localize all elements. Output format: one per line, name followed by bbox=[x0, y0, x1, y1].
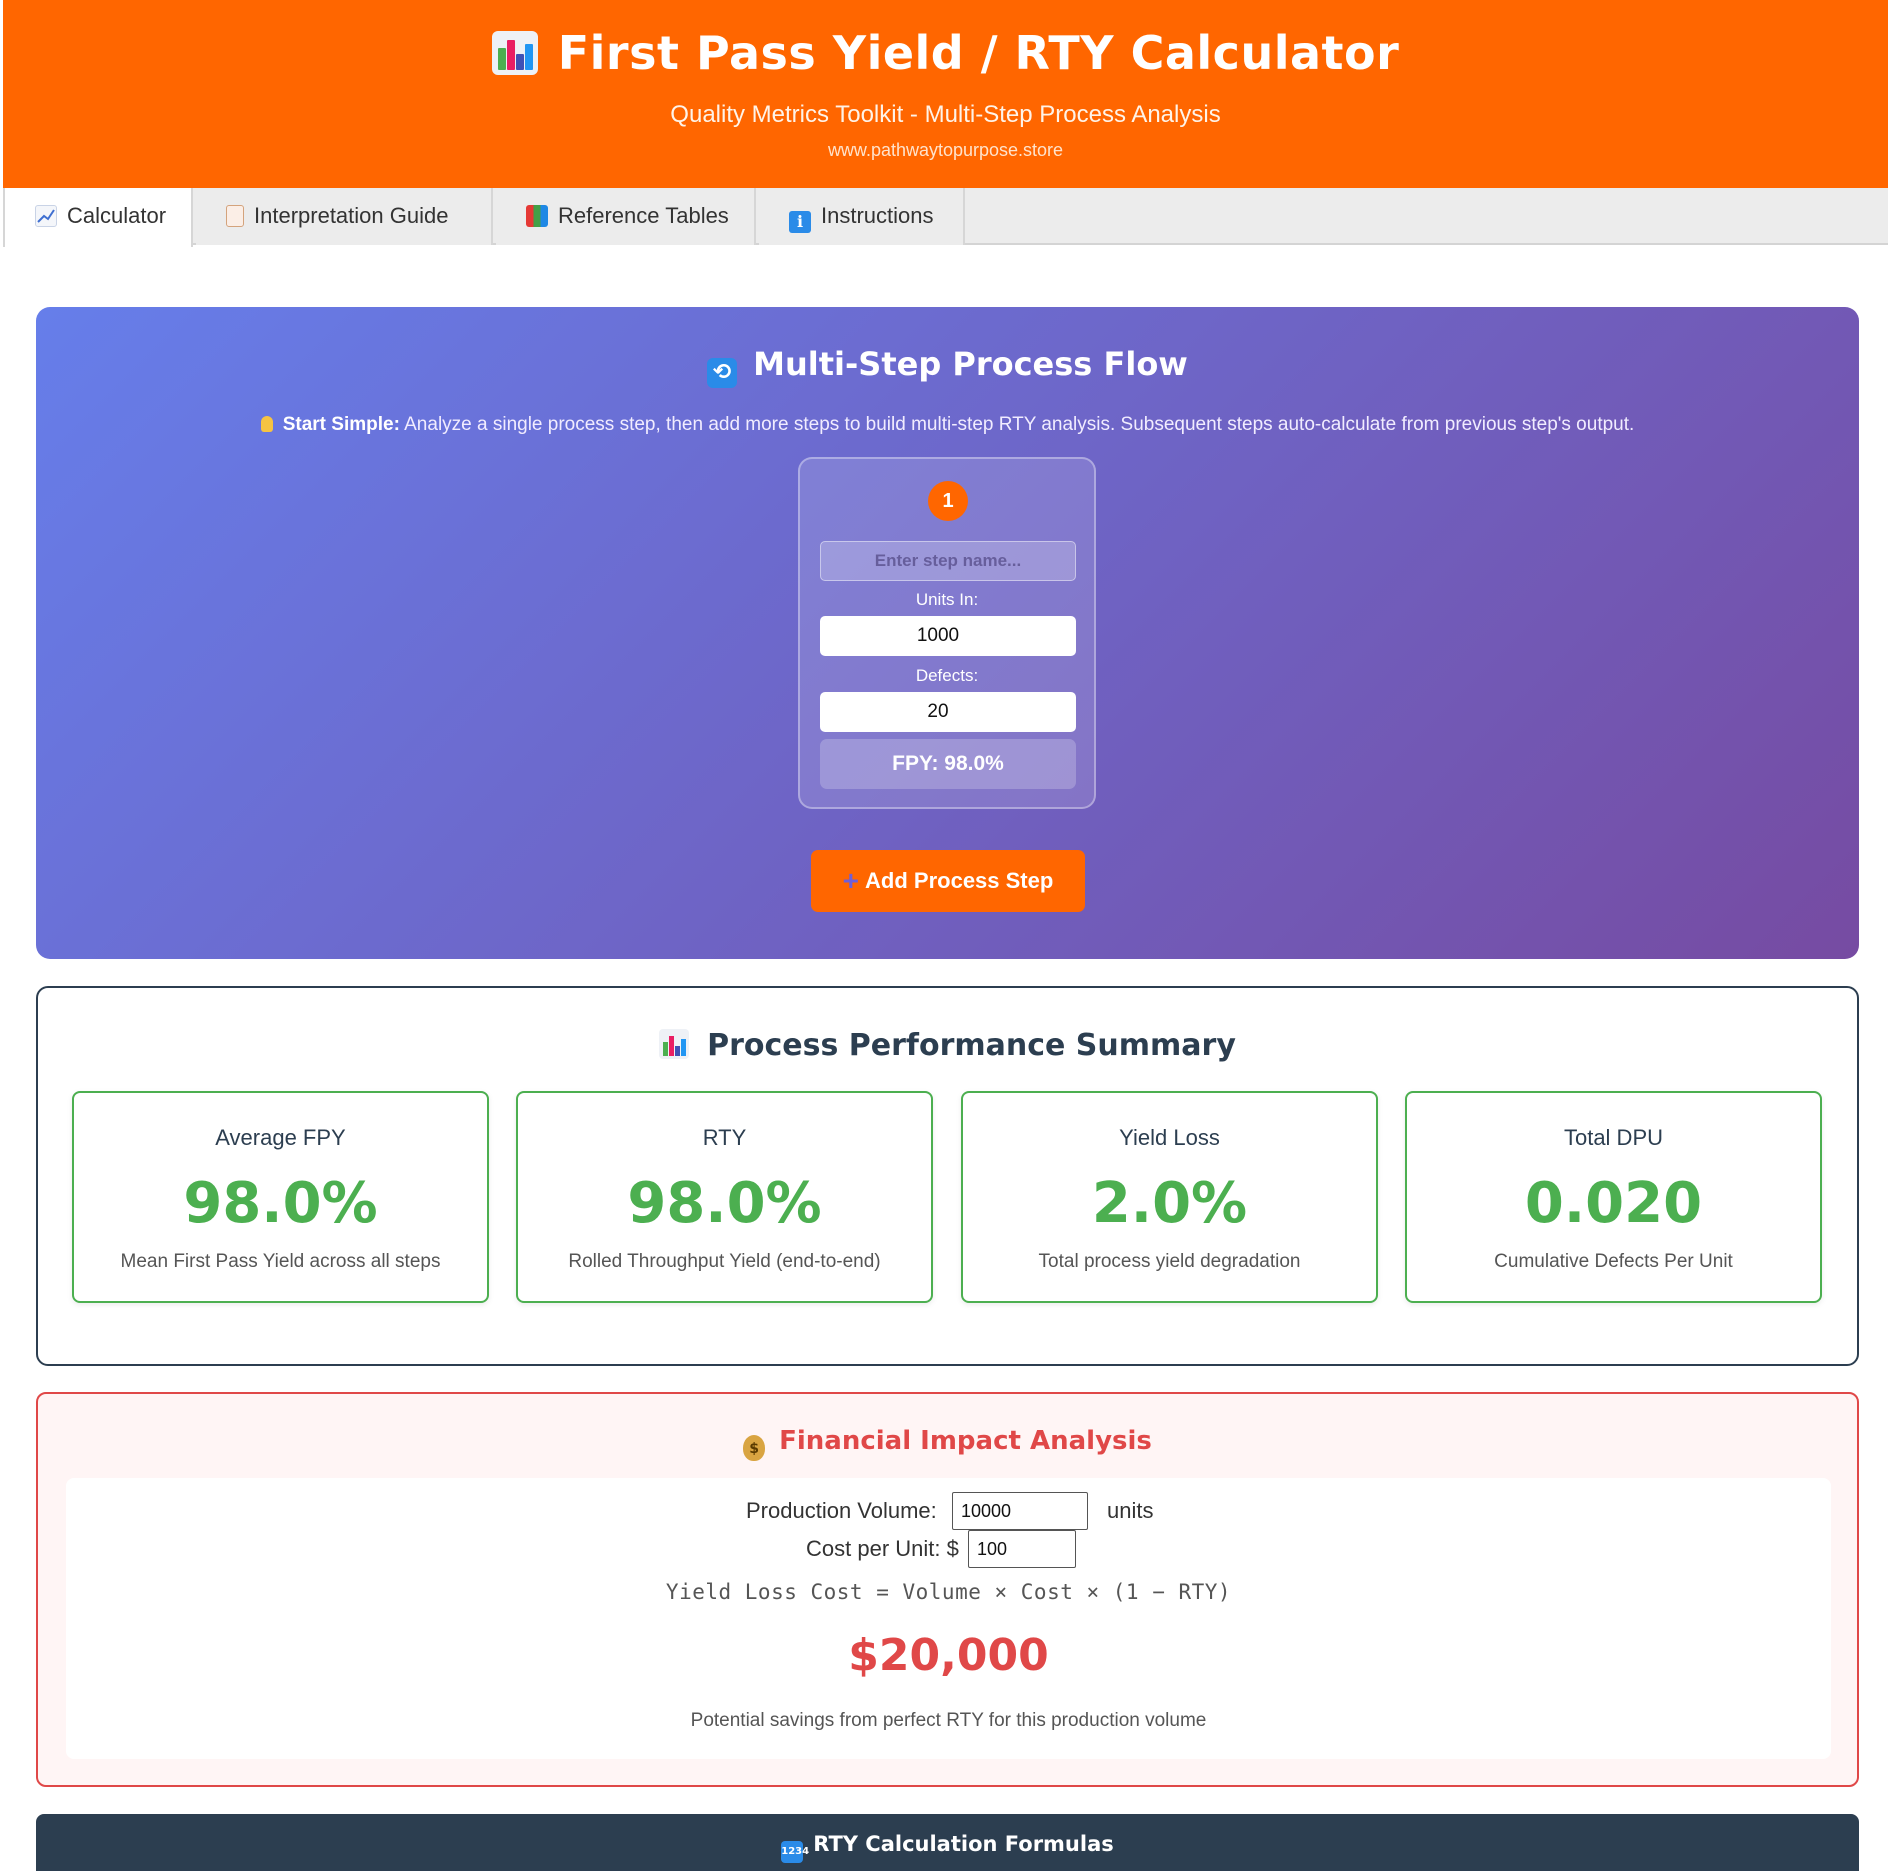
yield-loss-cost-value: $20,000 bbox=[848, 1630, 1049, 1681]
app-title-row: First Pass Yield / RTY Calculator bbox=[3, 26, 1888, 80]
plus-icon: + bbox=[842, 865, 860, 896]
metric-card-total-dpu: Total DPU 0.020 Cumulative Defects Per U… bbox=[1405, 1091, 1822, 1303]
summary-title: Process Performance Summary bbox=[707, 1028, 1236, 1063]
clipboard-icon bbox=[226, 205, 244, 227]
app-title: First Pass Yield / RTY Calculator bbox=[557, 26, 1400, 80]
financial-calculator: Production Volume: units Cost per Unit: … bbox=[66, 1478, 1831, 1759]
books-icon bbox=[526, 205, 548, 227]
bar-chart-icon bbox=[491, 31, 538, 75]
metric-card-rty: RTY 98.0% Rolled Throughput Yield (end-t… bbox=[516, 1091, 933, 1303]
metric-card-average-fpy: Average FPY 98.0% Mean First Pass Yield … bbox=[72, 1091, 489, 1303]
tab-calculator[interactable]: Calculator bbox=[3, 188, 193, 247]
tip-bold-text: Start Simple: bbox=[282, 414, 400, 435]
cost-per-unit-label: Cost per Unit: $ bbox=[806, 1536, 959, 1561]
info-icon: i bbox=[789, 211, 811, 233]
metric-card-yield-loss: Yield Loss 2.0% Total process yield degr… bbox=[961, 1091, 1378, 1303]
financial-title: Financial Impact Analysis bbox=[779, 1426, 1152, 1456]
units-in-label: Units In: bbox=[915, 590, 979, 609]
metric-label: RTY bbox=[702, 1125, 747, 1150]
chart-increasing-icon bbox=[35, 205, 57, 227]
metric-value: 2.0% bbox=[1091, 1171, 1248, 1236]
step-fpy-result: FPY: 98.0% bbox=[820, 739, 1076, 789]
bar-chart-icon bbox=[659, 1029, 690, 1059]
add-process-step-label: Add Process Step bbox=[865, 868, 1054, 893]
step-name-input[interactable] bbox=[820, 541, 1076, 581]
process-flow-title-row: ⟲ Multi-Step Process Flow bbox=[36, 345, 1859, 388]
tab-instructions[interactable]: i Instructions bbox=[759, 188, 965, 245]
metric-description: Total process yield degradation bbox=[1038, 1251, 1301, 1272]
rty-formulas-title: RTY Calculation Formulas bbox=[813, 1832, 1114, 1856]
metric-description: Mean First Pass Yield across all steps bbox=[120, 1251, 441, 1272]
tab-instructions-label: Instructions bbox=[821, 203, 934, 228]
step-number-badge: 1 bbox=[928, 481, 968, 521]
tab-calculator-label: Calculator bbox=[67, 203, 167, 228]
defects-label: Defects: bbox=[915, 666, 979, 685]
units-in-input[interactable] bbox=[820, 616, 1076, 656]
app-subtitle: Quality Metrics Toolkit - Multi-Step Pro… bbox=[670, 101, 1221, 128]
app-header: First Pass Yield / RTY Calculator Qualit… bbox=[3, 0, 1888, 188]
summary-title-row: Process Performance Summary bbox=[38, 1028, 1857, 1063]
tab-bar: Calculator Interpretation Guide Referenc… bbox=[3, 188, 1888, 247]
add-process-step-button[interactable]: + Add Process Step bbox=[811, 850, 1085, 912]
yield-loss-formula: Yield Loss Cost = Volume × Cost × (1 − R… bbox=[665, 1580, 1232, 1604]
lightbulb-icon bbox=[260, 416, 273, 432]
cost-per-unit-input[interactable] bbox=[968, 1530, 1076, 1568]
metric-description: Rolled Throughput Yield (end-to-end) bbox=[568, 1251, 881, 1272]
tip-text: Analyze a single process step, then add … bbox=[399, 414, 1635, 435]
production-volume-input[interactable] bbox=[952, 1492, 1088, 1530]
rty-formulas-header: 1234 RTY Calculation Formulas bbox=[36, 1814, 1859, 1871]
metric-value: 98.0% bbox=[183, 1171, 378, 1236]
process-flow-title: Multi-Step Process Flow bbox=[753, 345, 1188, 383]
financial-impact-panel: $ Financial Impact Analysis Production Vo… bbox=[36, 1392, 1859, 1787]
metric-value: 0.020 bbox=[1524, 1171, 1703, 1236]
tab-interpretation-guide[interactable]: Interpretation Guide bbox=[196, 188, 493, 245]
tab-interpretation-guide-label: Interpretation Guide bbox=[254, 203, 449, 228]
metric-label: Total DPU bbox=[1563, 1125, 1664, 1150]
tab-reference-tables[interactable]: Reference Tables bbox=[496, 188, 756, 245]
volume-unit-label: units bbox=[1107, 1498, 1154, 1523]
process-step-card: 1 Units In: Defects: FPY: 98.0% bbox=[798, 457, 1096, 809]
process-flow-tip: Start Simple: Analyze a single process s… bbox=[36, 414, 1859, 436]
financial-title-row: $ Financial Impact Analysis bbox=[38, 1426, 1857, 1461]
production-volume-label: Production Volume: bbox=[746, 1498, 937, 1523]
metric-description: Cumulative Defects Per Unit bbox=[1494, 1251, 1733, 1272]
numbers-icon: 1234 bbox=[781, 1841, 809, 1863]
refresh-icon: ⟲ bbox=[707, 358, 738, 388]
metric-value: 98.0% bbox=[627, 1171, 822, 1236]
defects-input[interactable] bbox=[820, 692, 1076, 732]
tab-reference-tables-label: Reference Tables bbox=[558, 203, 729, 228]
process-flow-panel: ⟲ Multi-Step Process Flow Start Simple: A… bbox=[36, 307, 1859, 959]
website-link[interactable]: www.pathwaytopurpose.store bbox=[3, 140, 1888, 161]
performance-summary-panel: Process Performance Summary Average FPY … bbox=[36, 986, 1859, 1366]
financial-note: Potential savings from perfect RTY for t… bbox=[690, 1710, 1207, 1731]
metric-label: Yield Loss bbox=[1119, 1125, 1220, 1150]
metric-label: Average FPY bbox=[215, 1125, 346, 1150]
money-bag-icon: $ bbox=[743, 1435, 766, 1461]
